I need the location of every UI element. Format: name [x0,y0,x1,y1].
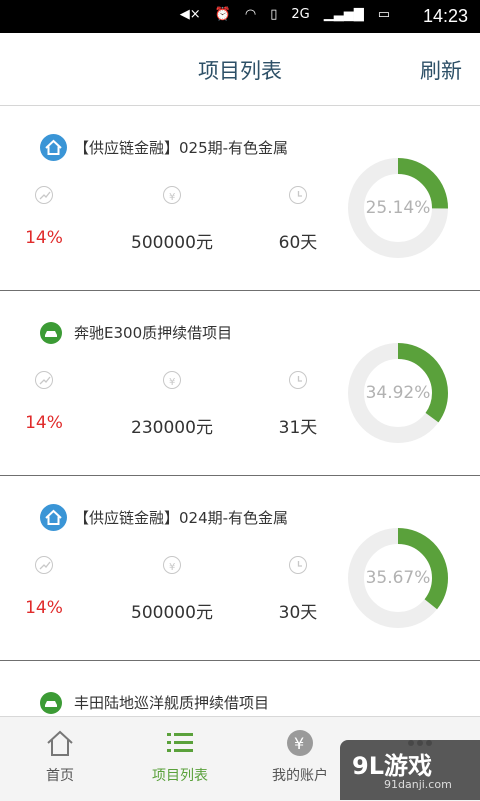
house-icon [40,504,67,531]
car-icon [40,322,62,344]
list-icon [167,733,193,752]
status-icons: ◀× ⏰ ◠ ▯ 2G ▁▃▅▇ ▭ [180,7,390,22]
account-icon: ¥ [287,730,313,756]
interest-rate: 14% [25,598,63,618]
project-duration: 60天 [278,233,318,253]
watermark-brand: 9L游戏 [352,752,432,780]
svg-text:¥: ¥ [169,562,175,573]
duration-icon [289,371,307,389]
svg-text:¥: ¥ [294,734,304,753]
project-name: 奔驰E300质押续借项目 [74,324,233,342]
project-amount: 230000元 [131,418,213,438]
rate-icon [35,556,53,574]
mute-icon: ◀× [179,7,201,22]
svg-text:¥: ¥ [169,377,175,388]
progress-percent: 25.14% [365,198,431,218]
progress-percent: 34.92% [365,383,431,403]
refresh-button[interactable]: 刷新 [420,55,462,85]
project-name: 丰田陆地巡洋舰质押续借项目 [74,694,270,712]
tab-project-list[interactable]: 项目列表 [120,717,240,801]
tab-label: 项目列表 [152,768,208,784]
signal-icon: ▁▃▅▇ [323,7,364,22]
home-icon [47,730,73,756]
project-duration: 30天 [278,603,318,623]
project-amount: 500000元 [131,233,213,253]
project-duration: 31天 [278,418,318,438]
duration-icon [289,556,307,574]
battery-icon: ▭ [377,7,390,22]
duration-icon [289,186,307,204]
alarm-icon: ⏰ [214,7,231,22]
page-title: 项目列表 [198,59,282,83]
status-bar: ◀× ⏰ ◠ ▯ 2G ▁▃▅▇ ▭ 14:23 [0,0,480,33]
amount-icon: ¥ [163,186,181,204]
rate-icon [35,371,53,389]
sim-icon: ▯ [270,7,278,22]
progress-percent: 35.67% [365,568,431,588]
svg-text:¥: ¥ [169,192,175,203]
project-card[interactable]: 奔驰E300质押续借项目 ¥ 14% 230000元 31天 34.92% [0,291,480,476]
amount-icon: ¥ [163,556,181,574]
watermark-site: 91danji.com [384,778,452,791]
car-icon [40,692,62,714]
project-name: 【供应链金融】025期-有色金属 [74,139,289,157]
progress-ring: 35.67% [346,526,450,630]
interest-rate: 14% [25,413,63,433]
project-card[interactable]: 【供应链金融】024期-有色金属 ¥ 14% 500000元 30天 35.67… [0,476,480,661]
project-name: 【供应链金融】024期-有色金属 [74,509,289,527]
progress-ring: 25.14% [346,156,450,260]
app-header: 项目列表 刷新 [0,33,480,106]
wifi-icon: ◠ [244,7,257,22]
tab-home[interactable]: 首页 [0,717,120,801]
progress-ring: 34.92% [346,341,450,445]
tab-label: 首页 [46,768,74,784]
house-icon [40,134,67,161]
project-amount: 500000元 [131,603,213,623]
rate-icon [35,186,53,204]
project-card[interactable]: 【供应链金融】025期-有色金属 ¥ 14% 500000元 60天 25.14… [0,106,480,291]
site-watermark: 9L游戏 91danji.com [340,740,480,800]
project-list[interactable]: 【供应链金融】025期-有色金属 ¥ 14% 500000元 60天 25.14… [0,106,480,716]
status-time: 14:23 [422,6,468,26]
interest-rate: 14% [25,228,63,248]
network-type: 2G [291,7,310,22]
amount-icon: ¥ [163,371,181,389]
project-card[interactable]: 丰田陆地巡洋舰质押续借项目 [0,661,480,716]
